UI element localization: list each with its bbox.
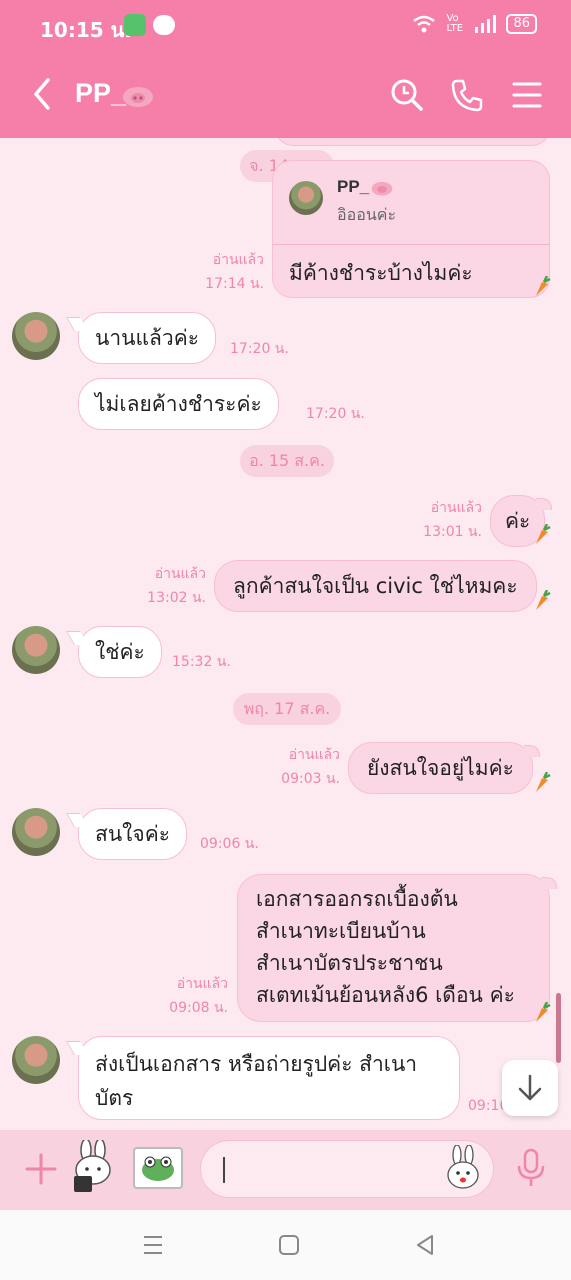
message-time: 13:02 น. (147, 590, 206, 606)
incoming-message[interactable]: นานแล้วค่ะ (65, 312, 217, 364)
battery-indicator: 86 (506, 14, 537, 34)
date-separator: พฤ. 17 ส.ค. (233, 693, 341, 725)
signal-icon (475, 15, 497, 33)
bubble-tail (65, 1041, 89, 1055)
hamburger-menu-icon[interactable] (510, 78, 544, 112)
avatar[interactable] (12, 626, 60, 674)
pig-emoji-icon (123, 87, 153, 107)
recent-apps-icon[interactable] (140, 1232, 166, 1258)
chat-title[interactable]: PP_ (75, 78, 126, 109)
phone-icon[interactable] (450, 78, 484, 112)
status-bar: 10:15 น. Vo LTE 86 (0, 0, 571, 52)
message-line: สเตทเม้นย้อนหลัง6 เดือน ค่ะ (256, 983, 515, 1007)
message-text: ไม่เลยค้างชำระค่ะ (95, 392, 262, 416)
chat-header: PP_ (0, 52, 571, 138)
avatar[interactable] (12, 808, 60, 856)
back-icon[interactable] (412, 1232, 438, 1258)
carrot-icon (536, 590, 551, 610)
bubble-tail (523, 745, 540, 757)
read-status: อ่านแล้ว (430, 500, 482, 516)
incoming-message[interactable]: ไม่เลยค้างชำระค่ะ (78, 378, 279, 430)
bubble-tail (65, 631, 89, 645)
bubble-tail (65, 317, 89, 331)
read-status: อ่านแล้ว (212, 252, 264, 268)
message-text: ยังสนใจอยู่ไมค่ะ (367, 756, 514, 780)
reply-message-text: มีค้างชำระบ้างไมค่ะ (289, 261, 473, 285)
bubble-tail (65, 813, 89, 827)
line-notification-icon (153, 15, 175, 35)
scroll-to-bottom-button[interactable] (502, 1060, 558, 1116)
home-icon[interactable] (276, 1232, 302, 1258)
carrot-icon (536, 1002, 551, 1022)
date-separator: อ. 15 ส.ค. (240, 445, 334, 477)
message-time: 09:08 น. (169, 1000, 228, 1016)
microphone-icon[interactable] (514, 1148, 548, 1190)
incoming-message[interactable]: ใช่ค่ะ (65, 626, 162, 678)
carrot-icon (536, 772, 551, 792)
message-time: 17:20 น. (230, 341, 289, 357)
incoming-message[interactable]: สนใจค่ะ (65, 808, 188, 860)
read-status: อ่านแล้ว (288, 747, 340, 763)
reply-quoted-text: อิออนค่ะ (337, 205, 397, 224)
reply-message-bubble[interactable]: PP_ อิออนค่ะ มีค้างชำระบ้างไมค่ะ (272, 160, 550, 298)
outgoing-message[interactable]: เอกสารออกรถเบื้องต้น สำเนาทะเบียนบ้าน สำ… (237, 874, 557, 1022)
message-input[interactable] (200, 1140, 494, 1198)
status-time: 10:15 น. (40, 18, 132, 42)
read-status: อ่านแล้ว (154, 566, 206, 582)
message-text: ใช่ค่ะ (95, 640, 145, 664)
outgoing-message[interactable]: ยังสนใจอยู่ไมค่ะ (348, 742, 540, 794)
scrollbar[interactable] (556, 993, 561, 1063)
arrow-down-icon (518, 1074, 542, 1101)
frog-sticker-icon[interactable] (130, 1140, 186, 1196)
message-text: ลูกค้าสนใจเป็น civic ใช่ไหมคะ (233, 574, 518, 598)
avatar[interactable] (12, 312, 60, 360)
previous-message-edge (275, 138, 550, 146)
plus-icon[interactable] (24, 1152, 58, 1186)
message-time: 15:32 น. (172, 654, 231, 670)
incoming-message[interactable]: ส่งเป็นเอกสาร หรือถ่ายรูปค่ะ สำเนาบัตร (65, 1036, 460, 1120)
message-time: 09:03 น. (281, 771, 340, 787)
network-label: Vo LTE (446, 13, 464, 34)
reply-quote-header[interactable]: PP_ อิออนค่ะ (273, 161, 549, 245)
system-navigation-bar (0, 1210, 571, 1280)
carrot-icon (536, 276, 551, 296)
message-line: เอกสารออกรถเบื้องต้น (256, 887, 458, 911)
message-text: สนใจค่ะ (95, 822, 171, 846)
cony-sticker-icon[interactable] (66, 1140, 122, 1196)
read-status: อ่านแล้ว (176, 976, 228, 992)
message-line: สำเนาบัตรประชาชน (256, 951, 443, 975)
message-input-bar (0, 1130, 571, 1210)
avatar[interactable] (12, 1036, 60, 1084)
message-text: ส่งเป็นเอกสาร หรือถ่ายรูปค่ะ สำเนาบัตร (95, 1052, 418, 1110)
pig-emoji-icon (371, 181, 393, 196)
bubble-tail (536, 498, 553, 510)
search-icon[interactable] (390, 78, 424, 112)
message-text: นานแล้วค่ะ (95, 326, 200, 350)
carrot-icon (536, 524, 551, 544)
bubble-tail (541, 877, 557, 889)
message-time: 17:14 น. (205, 276, 264, 292)
text-caret (223, 1157, 225, 1183)
message-time: 13:01 น. (423, 524, 482, 540)
chat-area[interactable]: จ. 14 ส.ค. PP_ อิออนค่ะ มีค้างชำระบ้างไม… (0, 138, 571, 1130)
reply-avatar (289, 181, 323, 215)
reply-sender-name: PP_ (337, 177, 370, 196)
outgoing-message[interactable]: ลูกค้าสนใจเป็น civic ใช่ไหมคะ (214, 560, 537, 612)
message-line: สำเนาทะเบียนบ้าน (256, 919, 426, 943)
message-text: ค่ะ (505, 509, 531, 533)
wifi-icon (413, 15, 436, 33)
app-notification-icon (124, 14, 146, 36)
message-time: 17:20 น. (306, 406, 365, 422)
emoji-sticker-icon[interactable] (443, 1145, 483, 1193)
message-time: 09:06 น. (200, 836, 259, 852)
chevron-left-icon[interactable] (30, 76, 54, 112)
